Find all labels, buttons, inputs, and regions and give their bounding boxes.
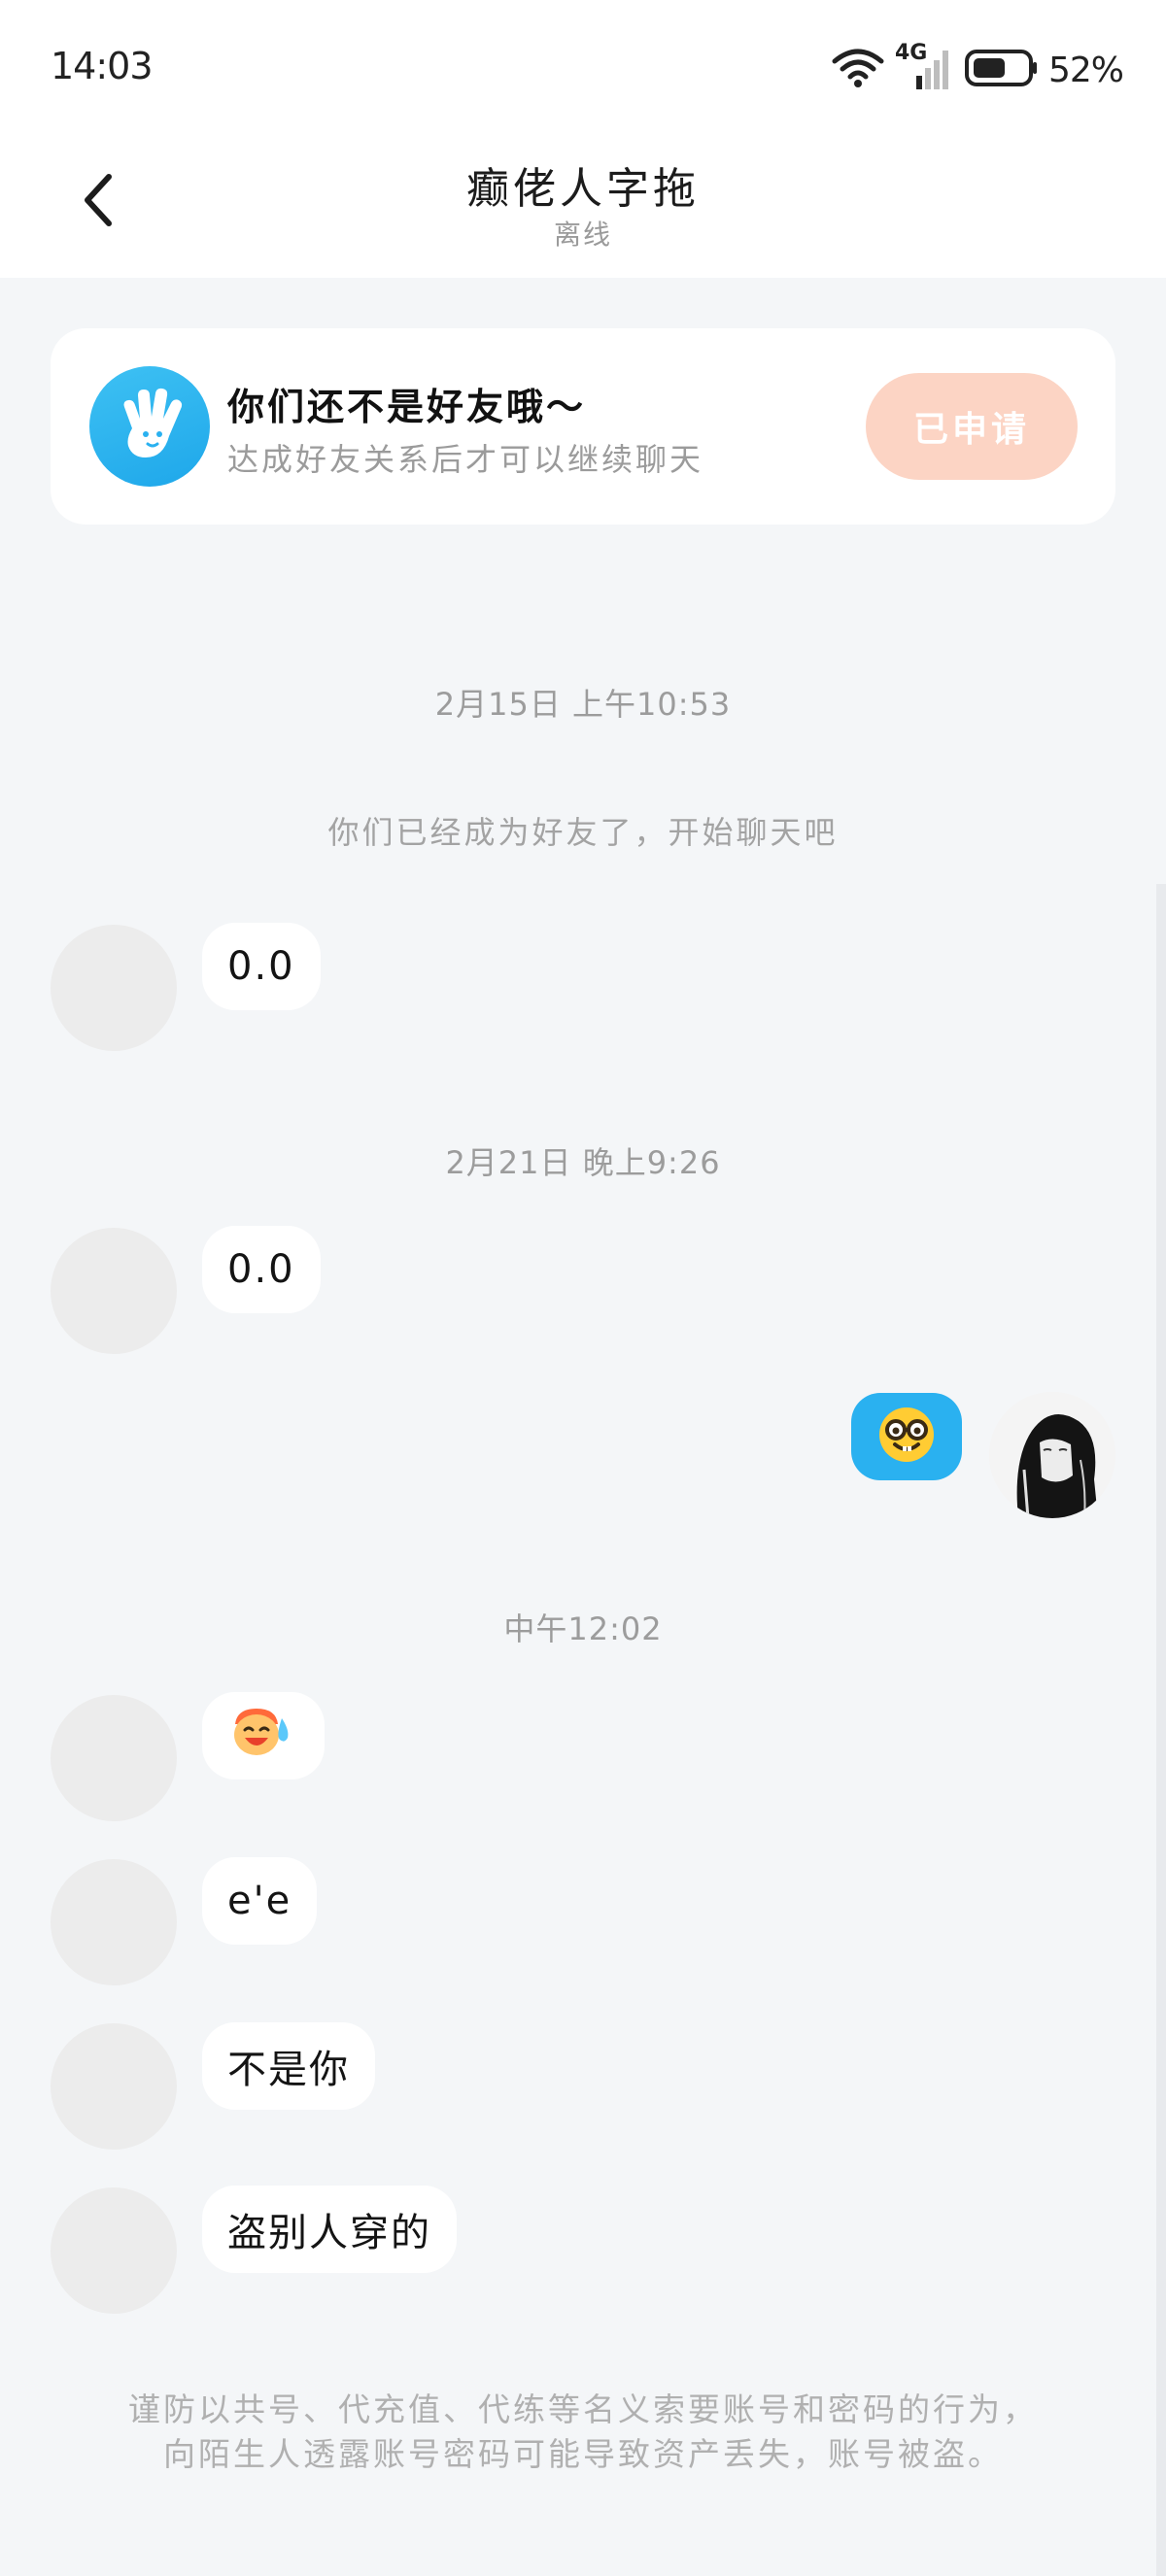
avatar[interactable]	[51, 2187, 177, 2314]
system-message: 你们已经成为好友了，开始聊天吧	[327, 814, 839, 851]
online-status: 离线	[553, 219, 612, 251]
status-bar: 14:03 4G 52%	[0, 0, 1166, 146]
laughing-tears-sticker-icon	[229, 1703, 297, 1769]
scrollbar[interactable]	[1156, 884, 1166, 2576]
battery-icon	[964, 49, 1039, 91]
avatar[interactable]	[51, 1228, 177, 1354]
message-bubble[interactable]: 0.0	[202, 1226, 321, 1313]
security-warning: 谨防以共号、代充值、代练等名义索要账号和密码的行为，向陌生人透露账号密码可能导致…	[128, 2390, 1038, 2473]
status-icons: 4G 52%	[831, 41, 1124, 93]
nerd-face-emoji-icon	[875, 1404, 938, 1470]
time-divider: 2月15日 上午10:53	[434, 686, 732, 723]
avatar[interactable]	[51, 2023, 177, 2150]
message-bubble[interactable]: 盗别人穿的	[202, 2186, 457, 2273]
message-bubble[interactable]	[202, 1692, 325, 1779]
signal-icon: 4G	[895, 41, 955, 93]
chat-screen: 14:03 4G 52% 癫佬人字拖 离线 你们还不是好友哦～ 达成好友关系后才…	[0, 0, 1166, 2576]
friend-request-banner: 你们还不是好友哦～ 达成好友关系后才可以继续聊天 已申请	[51, 328, 1115, 525]
avatar[interactable]	[51, 1695, 177, 1821]
message-bubble[interactable]: 不是你	[202, 2022, 375, 2110]
friend-banner-title: 你们还不是好友哦～	[227, 386, 587, 428]
message-bubble[interactable]: e'e	[202, 1857, 318, 1945]
message-bubble[interactable]: 0.0	[202, 923, 321, 1010]
applied-button[interactable]: 已申请	[866, 373, 1078, 480]
battery-percent: 52%	[1047, 50, 1124, 90]
avatar[interactable]	[51, 925, 177, 1051]
wifi-icon	[831, 48, 885, 92]
time-divider: 2月21日 晚上9:26	[445, 1144, 721, 1181]
avatar[interactable]	[51, 1859, 177, 1985]
chat-header: 癫佬人字拖 离线	[0, 146, 1166, 278]
friend-banner-description: 达成好友关系后才可以继续聊天	[227, 441, 704, 478]
outgoing-message-bubble[interactable]	[851, 1393, 962, 1480]
my-avatar[interactable]	[989, 1392, 1115, 1518]
time-divider: 中午12:02	[503, 1610, 663, 1647]
chat-title: 癫佬人字拖	[466, 164, 700, 214]
status-time: 14:03	[51, 45, 154, 87]
hand-wave-icon	[89, 366, 210, 487]
